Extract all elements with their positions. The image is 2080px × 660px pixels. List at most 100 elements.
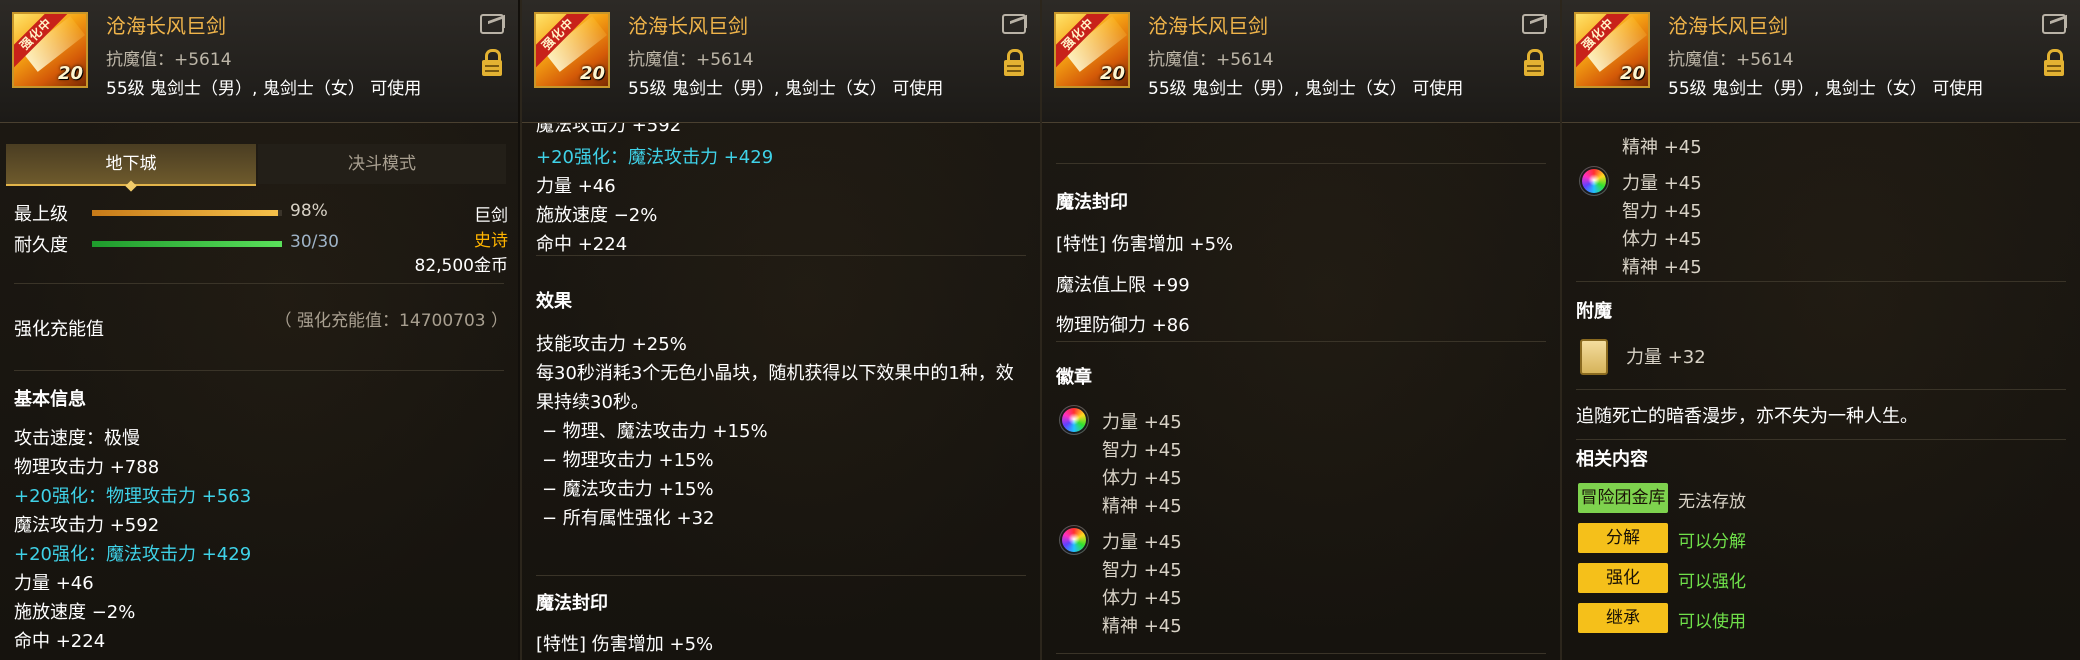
emblem-title: 徽章 [1056,367,1092,388]
lock-icon[interactable] [1004,49,1024,76]
tab-dungeon[interactable]: 地下城 [6,144,256,186]
effect-line: − 物理、魔法攻击力 +15% [542,421,768,442]
item-icon: 强化中 20 [1054,12,1130,88]
lock-icon[interactable] [1524,49,1544,76]
share-icon[interactable] [2042,14,2066,34]
item-icon: 强化中 20 [12,12,88,88]
rainbow-gem-icon [1060,406,1088,434]
divider [1056,653,1546,654]
anti-magic-value: 抗魔值：+5614 [1148,50,1274,70]
divider [1576,439,2066,440]
stat-line: 物理攻击力 +788 [14,457,160,478]
rarity-label: 史诗 [474,231,508,251]
durability-bar [92,241,282,247]
share-icon[interactable] [1002,14,1026,34]
rainbow-gem-icon [1580,167,1608,195]
emblem-stat: 体力 +45 [1622,229,1702,250]
effect-line: 每30秒消耗3个无色小晶块，随机获得以下效果中的1种，效 [536,363,1014,384]
mode-tabs: 地下城 决斗模式 [6,144,506,186]
tab-pvp[interactable]: 决斗模式 [258,144,506,184]
related-title: 相关内容 [1576,449,1648,470]
item-icon: 强化中 20 [534,12,610,88]
seal-trait: [特性] 伤害增加 +5% [536,634,714,655]
lock-icon[interactable] [482,49,502,76]
flavor-text: 追随死亡的暗香漫步，亦不失为一种人生。 [1576,406,1918,427]
magic-seal-title: 魔法封印 [536,593,608,614]
share-icon[interactable] [1522,14,1546,34]
lock-icon[interactable] [2044,49,2064,76]
durability-label: 耐久度 [14,235,68,256]
enhance-level-badge: 20 [57,63,83,84]
seal-stat: 魔法值上限 +99 [1056,275,1190,296]
enchant-card-icon [1580,339,1608,375]
usage-requirement: 55级 鬼剑士（男）, 鬼剑士（女） 可使用 [106,79,422,99]
effect-line: 果持续30秒。 [536,392,649,413]
weapon-type: 巨剑 [474,206,508,226]
divider [1576,389,2066,390]
stat-line: +20强化：魔法攻击力 +429 [14,544,252,565]
item-tooltip-panel-2: 强化中 20 沧海长风巨剑 抗魔值：+5614 55级 鬼剑士（男）, 鬼剑士（… [520,0,1040,660]
effect-line: 技能攻击力 +25% [536,334,687,355]
item-name: 沧海长风巨剑 [628,14,748,38]
item-name: 沧海长风巨剑 [1148,14,1268,38]
tooltip-header: 强化中 20 沧海长风巨剑 抗魔值：+5614 55级 鬼剑士（男）, 鬼剑士（… [1042,0,1560,123]
share-icon[interactable] [480,14,504,34]
stat-line: +20强化：物理攻击力 +563 [14,486,252,507]
divider [1056,341,1546,342]
durability-value: 30/30 [290,232,339,252]
divider [1576,281,2066,282]
sell-price: 82,500金币 [414,256,508,276]
related-status-text: 可以分解 [1678,532,1746,552]
effect-line: − 魔法攻击力 +15% [542,479,714,500]
stat-line: 魔法攻击力 +592 [14,515,160,536]
tooltip-header: 强化中 20 沧海长风巨剑 抗魔值：+5614 55级 鬼剑士（男）, 鬼剑士（… [1562,0,2080,123]
enchant-title: 附魔 [1576,301,1612,322]
related-status-text: 无法存放 [1678,492,1746,512]
item-tooltip-panel-4: 强化中 20 沧海长风巨剑 抗魔值：+5614 55级 鬼剑士（男）, 鬼剑士（… [1560,0,2080,660]
emblem-stat: 体力 +45 [1102,468,1182,489]
grade-bar [92,210,282,216]
divider [536,255,1026,256]
emblem-stat: 精神 +45 [1622,137,1702,158]
grade-label: 最上级 [14,204,68,225]
stat-line: 施放速度 −2% [536,205,658,226]
rainbow-gem-icon [1060,526,1088,554]
seal-trait: [特性] 伤害增加 +5% [1056,234,1234,255]
magic-seal-title: 魔法封印 [1056,192,1128,213]
charge-label: 强化充能值 [14,319,104,340]
stat-line: +20强化：魔法攻击力 +429 [536,147,774,168]
effect-line: − 所有属性强化 +32 [542,508,715,529]
related-status-text: 可以强化 [1678,572,1746,592]
divider [536,575,1026,576]
usage-requirement: 55级 鬼剑士（男）, 鬼剑士（女） 可使用 [628,79,944,99]
item-icon: 强化中 20 [1574,12,1650,88]
emblem-stat: 智力 +45 [1102,440,1182,461]
effect-title: 效果 [536,291,572,312]
charge-value: （ 强化充能值：14700703 ） [274,311,508,331]
usage-requirement: 55级 鬼剑士（男）, 鬼剑士（女） 可使用 [1148,79,1464,99]
enhance-level-badge: 20 [1619,63,1645,84]
emblem-stat: 体力 +45 [1102,588,1182,609]
tooltip-body: 魔法攻击力 +592 +20强化：魔法攻击力 +429 力量 +46 施放速度 −2… [522,123,1040,660]
anti-magic-value: 抗魔值：+5614 [106,50,232,70]
seal-stat: 物理防御力 +86 [1056,315,1190,336]
divider [1056,163,1546,164]
enhance-level-badge: 20 [1099,63,1125,84]
emblem-stat: 力量 +45 [1102,412,1182,433]
related-tag-button[interactable]: 冒险团金库 [1578,483,1668,513]
stat-line: 命中 +224 [536,234,628,255]
partial-stat-line: 魔法攻击力 +592 [536,123,682,136]
usage-requirement: 55级 鬼剑士（男）, 鬼剑士（女） 可使用 [1668,79,1984,99]
enchant-value: 力量 +32 [1626,347,1706,368]
enhance-level-badge: 20 [579,63,605,84]
related-tag-button[interactable]: 强化 [1578,563,1668,593]
item-name: 沧海长风巨剑 [1668,14,1788,38]
divider [14,283,504,284]
related-tag-button[interactable]: 分解 [1578,523,1668,553]
related-status-text: 可以使用 [1678,612,1746,632]
tooltip-body: 精神 +45 力量 +45 智力 +45 体力 +45 精神 +45 附魔 力量 +3… [1562,123,2080,660]
tooltip-body: 地下城 决斗模式 最上级 98% 耐久度 30/30 巨剑 史诗 82,500金… [0,123,518,660]
related-tag-button[interactable]: 继承 [1578,603,1668,633]
item-tooltip-panel-1: 强化中 20 沧海长风巨剑 抗魔值：+5614 55级 鬼剑士（男）, 鬼剑士（… [0,0,518,660]
anti-magic-value: 抗魔值：+5614 [628,50,754,70]
